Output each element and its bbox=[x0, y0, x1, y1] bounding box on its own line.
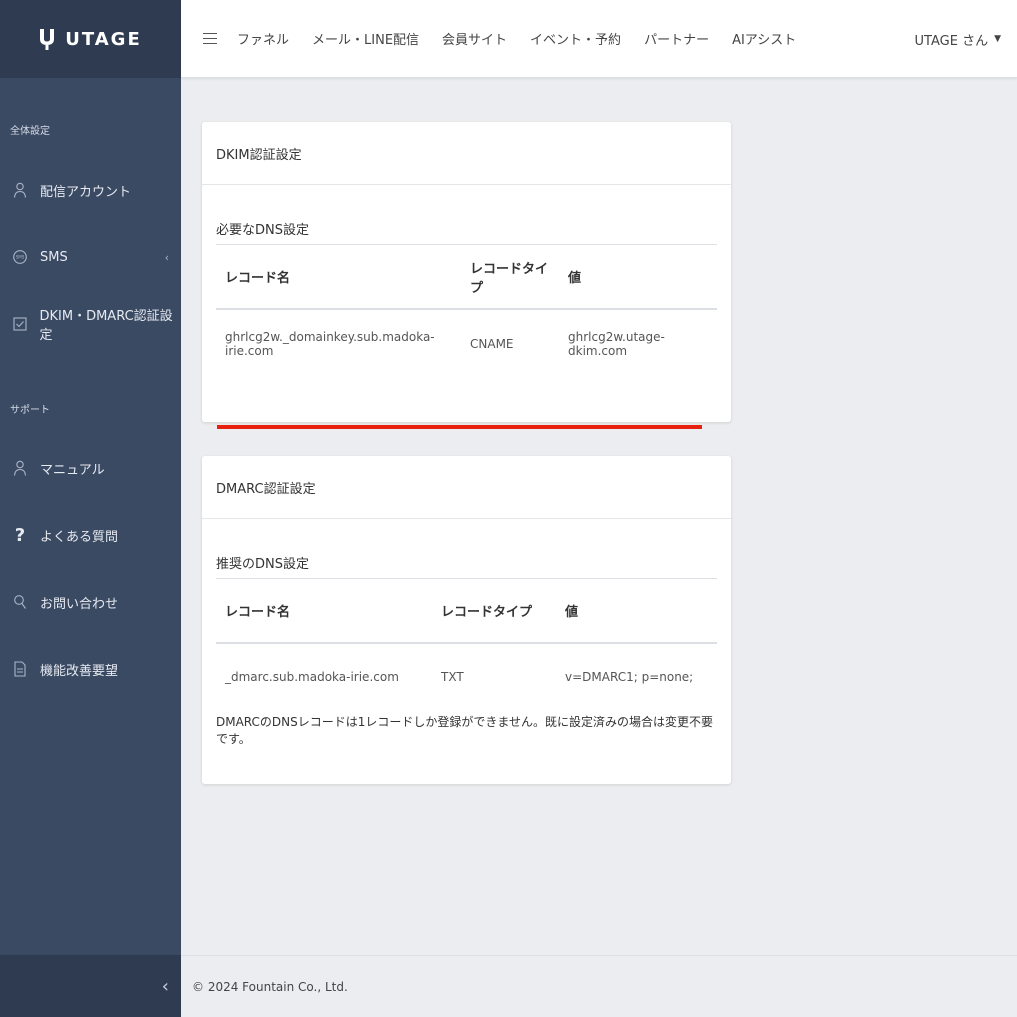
sidebar-item-delivery-account[interactable]: 配信アカウント bbox=[0, 173, 181, 207]
top-nav: ファネル メール・LINE配信 会員サイト イベント・予約 パートナー AIアシ… bbox=[237, 29, 819, 48]
table-row: _dmarc.sub.madoka-irie.com TXT v=DMARC1;… bbox=[216, 643, 717, 709]
column-header-value: 値 bbox=[559, 245, 717, 310]
record-type-cell[interactable]: TXT bbox=[432, 643, 556, 709]
record-value-cell[interactable]: v=DMARC1; p=none; bbox=[556, 643, 717, 709]
dmarc-note: DMARCのDNSレコードは1レコードしか登録ができません。既に設定済みの場合は… bbox=[216, 715, 714, 746]
sidebar-collapse-button[interactable]: ‹ bbox=[0, 955, 181, 1017]
nav-mail-line[interactable]: メール・LINE配信 bbox=[312, 29, 419, 48]
sidebar-item-label: DKIM・DMARC認証設定 bbox=[39, 309, 173, 343]
highlight-underline bbox=[217, 425, 702, 429]
sidebar-item-feature-request[interactable]: 機能改善要望 bbox=[0, 652, 181, 686]
search-icon bbox=[12, 594, 28, 610]
document-icon bbox=[12, 661, 28, 677]
sidebar-item-label: 機能改善要望 bbox=[40, 663, 119, 679]
question-icon: ? bbox=[14, 524, 26, 546]
section-title: 推奨のDNS設定 bbox=[216, 519, 717, 579]
sidebar-item-dkim-dmarc[interactable]: DKIM・DMARC認証設定 bbox=[0, 307, 181, 343]
sidebar-item-contact[interactable]: お問い合わせ bbox=[0, 585, 181, 619]
brand-name: UTAGE bbox=[65, 28, 142, 50]
sidebar-item-label: SMS bbox=[40, 249, 68, 265]
column-header-record-type: レコードタイプ bbox=[432, 579, 556, 644]
sidebar-item-sms[interactable]: SMS SMS ‹ bbox=[0, 240, 181, 274]
column-header-record-type: レコードタイプ bbox=[461, 245, 559, 310]
dkim-card: DKIM認証設定 必要なDNS設定 レコード名 レコードタイプ 値 ghrlcg… bbox=[202, 122, 731, 429]
copyright-text: © 2024 Fountain Co., Ltd. bbox=[192, 979, 348, 994]
column-header-value: 値 bbox=[556, 579, 717, 644]
user-name: UTAGE さん bbox=[914, 33, 989, 49]
sms-icon: SMS bbox=[12, 249, 28, 265]
sidebar-item-label: 配信アカウント bbox=[40, 184, 132, 200]
chevron-left-icon: ‹ bbox=[164, 250, 169, 264]
nav-funnel[interactable]: ファネル bbox=[237, 29, 289, 48]
brand-logo[interactable]: UTAGE bbox=[0, 0, 181, 78]
sidebar-item-label: お問い合わせ bbox=[40, 596, 119, 612]
sidebar: UTAGE 全体設定 配信アカウント SMS SMS ‹ DKIM・DMARC認… bbox=[0, 0, 181, 1017]
person-icon bbox=[12, 460, 28, 476]
record-value-cell[interactable]: ghrlcg2w.utage-dkim.com bbox=[559, 309, 717, 377]
chevron-left-icon: ‹ bbox=[161, 975, 169, 997]
nav-member-site[interactable]: 会員サイト bbox=[442, 29, 507, 48]
sidebar-item-manual[interactable]: マニュアル bbox=[0, 451, 181, 485]
page-footer: © 2024 Fountain Co., Ltd. bbox=[181, 955, 1017, 1017]
nav-partner[interactable]: パートナー bbox=[644, 29, 709, 48]
sidebar-item-label: マニュアル bbox=[40, 462, 105, 478]
sidebar-section-global: 全体設定 bbox=[10, 126, 50, 137]
checkbox-icon bbox=[12, 316, 27, 332]
dns-table: レコード名 レコードタイプ 値 _dmarc.sub.madoka-irie.c… bbox=[216, 579, 717, 709]
caret-down-icon: ▼ bbox=[994, 34, 1001, 44]
column-header-record-name: レコード名 bbox=[216, 245, 461, 310]
card-title: DKIM認証設定 bbox=[202, 122, 731, 185]
card-title: DMARC認証設定 bbox=[202, 456, 731, 519]
sidebar-item-label: よくある質問 bbox=[40, 529, 119, 545]
dmarc-card: DMARC認証設定 推奨のDNS設定 レコード名 レコードタイプ 値 _dmar… bbox=[202, 456, 731, 784]
sidebar-section-support: サポート bbox=[10, 405, 50, 416]
dns-table: レコード名 レコードタイプ 値 ghrlcg2w._domainkey.sub.… bbox=[216, 245, 717, 377]
sidebar-item-faq[interactable]: ? よくある質問 bbox=[0, 518, 181, 552]
top-bar: ファネル メール・LINE配信 会員サイト イベント・予約 パートナー AIアシ… bbox=[181, 0, 1017, 78]
section-title: 必要なDNS設定 bbox=[216, 185, 717, 245]
record-name-cell[interactable]: _dmarc.sub.madoka-irie.com bbox=[216, 643, 432, 709]
record-name-cell[interactable]: ghrlcg2w._domainkey.sub.madoka-irie.com bbox=[216, 309, 461, 377]
person-icon bbox=[12, 182, 28, 198]
user-menu[interactable]: UTAGE さん ▼ bbox=[915, 0, 1001, 78]
column-header-record-name: レコード名 bbox=[216, 579, 432, 644]
nav-event-booking[interactable]: イベント・予約 bbox=[530, 29, 621, 48]
nav-ai-assist[interactable]: AIアシスト bbox=[732, 29, 796, 48]
table-row: ghrlcg2w._domainkey.sub.madoka-irie.com … bbox=[216, 309, 717, 377]
hamburger-menu-icon[interactable] bbox=[203, 33, 217, 44]
utage-logo-icon bbox=[39, 28, 55, 50]
svg-text:SMS: SMS bbox=[16, 255, 25, 260]
record-type-cell[interactable]: CNAME bbox=[461, 309, 559, 377]
